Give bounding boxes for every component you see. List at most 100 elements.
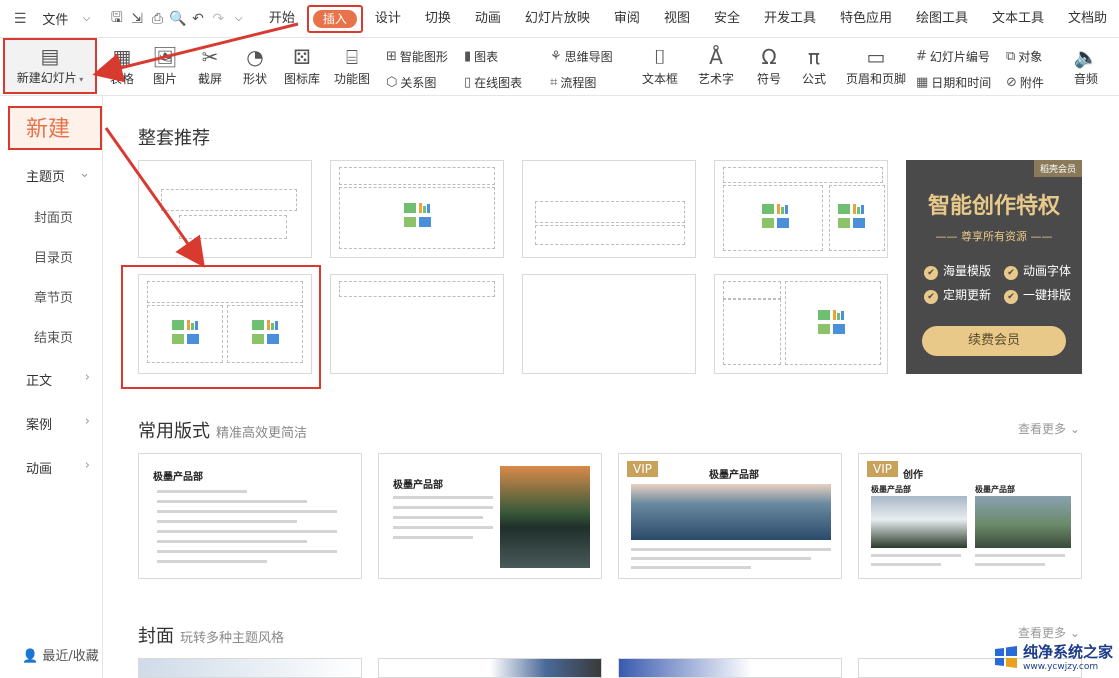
sidebar-item-chapter[interactable]: 章节页 — [0, 287, 102, 306]
picture-button[interactable]: 🖼 图片 — [146, 44, 184, 87]
recent-favorites[interactable]: 👤 最近/收藏 — [22, 645, 99, 664]
watermark-url: www.ycwjzy.com — [1022, 662, 1099, 672]
sidebar-item-animation[interactable]: 动画 › — [0, 458, 102, 477]
date-time-button[interactable]: ▦ 日期和时间 — [916, 74, 991, 91]
template-card-title-only[interactable] — [330, 274, 504, 374]
template-card-content-caption[interactable] — [714, 274, 888, 374]
header-footer-button[interactable]: ▭ 页眉和页脚 — [844, 44, 908, 87]
tab-slideshow[interactable]: 幻灯片放映 — [513, 0, 602, 37]
tab-start[interactable]: 开始 — [257, 0, 307, 37]
online-chart-button[interactable]: ▯ 在线图表 — [464, 74, 522, 91]
textbox-button[interactable]: ⌷ 文本框 — [638, 44, 682, 87]
formula-button[interactable]: π 公式 — [795, 44, 833, 87]
menu-file[interactable]: 文件 — [30, 9, 76, 28]
membership-promo-card[interactable]: 稻壳会员 智能创作特权 —— 尊享所有资源 —— 海量模版 动画字体 定期更新 … — [906, 160, 1082, 374]
layout-card-text[interactable]: 极墨产品部 — [138, 453, 362, 579]
sidebar-item-cover[interactable]: 封面页 — [0, 207, 102, 226]
tab-drawing-tools[interactable]: 绘图工具 — [904, 0, 980, 37]
tab-insert[interactable]: 插入 — [312, 9, 357, 28]
chart-icon: ▮ — [464, 49, 472, 64]
screenshot-button[interactable]: ✂ 截屏 — [191, 44, 229, 87]
slide-number-button[interactable]: # 幻灯片编号 — [916, 48, 990, 65]
sidebar-item-end[interactable]: 结束页 — [0, 327, 102, 346]
attachment-button[interactable]: ⊘ 附件 — [1006, 74, 1044, 91]
promo-feature: 定期更新 — [924, 286, 991, 304]
undo-icon[interactable]: ↶ — [188, 11, 208, 27]
hamburger-icon[interactable]: ☰ — [10, 11, 30, 27]
tab-view[interactable]: 视图 — [652, 0, 702, 37]
chevron-right-icon: › — [84, 370, 90, 385]
ocean-wave-image — [631, 484, 831, 540]
preview-icon[interactable]: 🔍 — [168, 11, 188, 27]
mindmap-button[interactable]: ⚘ 思维导图 — [550, 48, 613, 65]
tab-security[interactable]: 安全 — [702, 0, 752, 37]
sidebar-item-theme[interactable]: 主题页 ⌄ — [0, 166, 102, 185]
placeholder-title — [339, 281, 495, 297]
tab-features[interactable]: 特色应用 — [828, 0, 904, 37]
view-more-link[interactable]: 查看更多 ⌄ — [1018, 624, 1080, 641]
tab-transition[interactable]: 切换 — [413, 0, 463, 37]
text-line — [871, 554, 961, 557]
speaker-icon: 🔈 — [1073, 45, 1099, 69]
object-button[interactable]: ⧉ 对象 — [1006, 48, 1042, 65]
mindmap-label: 思维导图 — [564, 50, 613, 64]
picture-icon: 🖼 — [152, 45, 178, 69]
user-icon: 👤 — [22, 649, 39, 664]
flowchart-button[interactable]: ⌗ 流程图 — [550, 74, 596, 91]
promo-title: 智能创作特权 — [927, 194, 1060, 219]
layout-card-text-image[interactable]: 极墨产品部 — [378, 453, 602, 579]
template-card-title-content[interactable] — [330, 160, 504, 258]
template-card-title[interactable] — [138, 160, 312, 258]
chevron-down-icon[interactable]: ⌵ — [76, 13, 96, 24]
layout-card-vip-two-images[interactable]: VIP 创作 极墨产品部 极墨产品部 — [858, 453, 1082, 579]
func-chart-button[interactable]: ⌸ 功能图 — [330, 44, 374, 87]
picture-label: 图片 — [152, 72, 177, 86]
sidebar-item-body[interactable]: 正文 › — [0, 370, 102, 389]
save-icon[interactable]: 🖫 — [107, 7, 127, 31]
view-more-link[interactable]: 查看更多 ⌄ — [1018, 420, 1080, 437]
object-label: 对象 — [1018, 50, 1043, 64]
redo-icon[interactable]: ↷ — [208, 11, 228, 27]
shape-button[interactable]: ◔ 形状 — [236, 44, 274, 87]
chart-button[interactable]: ▮ 图表 — [464, 48, 498, 65]
table-button[interactable]: ▦ 表格 — [103, 44, 141, 87]
formula-icon: π — [807, 45, 821, 69]
shape-label: 形状 — [242, 72, 267, 86]
art-text-button[interactable]: Å 艺术字 — [694, 44, 738, 87]
tab-doc-assistant[interactable]: 文档助 — [1056, 0, 1119, 37]
renew-member-button[interactable]: 续费会员 — [922, 326, 1066, 356]
sidebar-item-toc[interactable]: 目录页 — [0, 247, 102, 266]
text-line — [393, 506, 493, 509]
tab-design[interactable]: 设计 — [363, 0, 413, 37]
relation-label: 关系图 — [400, 76, 437, 90]
cover-card[interactable] — [378, 658, 602, 678]
content-icons — [838, 204, 868, 232]
template-card-two-content[interactable] — [714, 160, 888, 258]
icon-lib-button[interactable]: ⚄ 图标库 — [282, 44, 322, 87]
smart-graphic-button[interactable]: ⊞ 智能图形 — [386, 48, 448, 65]
textbox-icon: ⌷ — [654, 45, 666, 69]
relation-button[interactable]: ⬡ 关系图 — [386, 74, 436, 91]
symbol-button[interactable]: Ω 符号 — [750, 44, 788, 87]
placeholder-content — [785, 281, 881, 365]
layout-card-vip-wave[interactable]: VIP 极墨产品部 — [618, 453, 842, 579]
sidebar-item-case[interactable]: 案例 › — [0, 414, 102, 433]
audio-button[interactable]: 🔈 音频 — [1066, 44, 1106, 87]
tab-animation[interactable]: 动画 — [463, 0, 513, 37]
export-icon[interactable]: ⇲ — [127, 11, 147, 27]
formula-label: 公式 — [801, 72, 826, 86]
sidebar-header-new[interactable]: 新建 — [8, 106, 102, 150]
art-text-icon: Å — [709, 45, 723, 69]
template-card-section[interactable] — [522, 160, 696, 258]
cover-card[interactable] — [618, 658, 842, 678]
tab-text-tools[interactable]: 文本工具 — [980, 0, 1056, 37]
print-icon[interactable]: ⎙ — [147, 11, 167, 27]
tab-review[interactable]: 审阅 — [602, 0, 652, 37]
template-card-blank[interactable] — [522, 274, 696, 374]
tab-developer[interactable]: 开发工具 — [752, 0, 828, 37]
new-slide-button[interactable]: ▤ 新建幻灯片 ▾ — [3, 38, 97, 94]
customize-icon[interactable]: ⌵ — [229, 13, 249, 24]
section-title-suite: 整套推荐 — [138, 128, 210, 149]
text-line — [975, 554, 1065, 557]
cover-card[interactable] — [138, 658, 362, 678]
